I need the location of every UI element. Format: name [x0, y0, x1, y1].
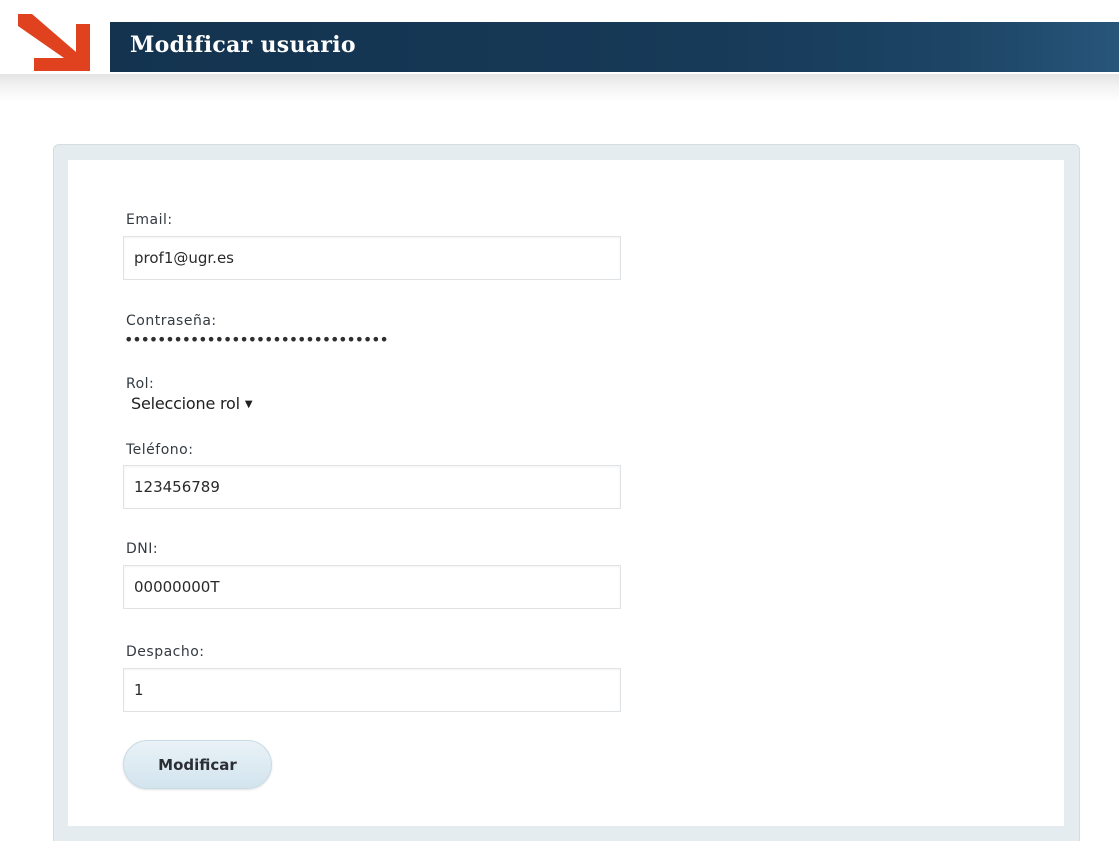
- despacho-label: Despacho:: [126, 644, 205, 660]
- telefono-label: Teléfono:: [126, 442, 194, 458]
- password-field[interactable]: ••••••••••••••••••••••••••••••••: [124, 332, 389, 348]
- email-label: Email:: [126, 212, 173, 228]
- email-field[interactable]: [123, 236, 621, 280]
- dni-label: DNI:: [126, 541, 159, 557]
- dni-field[interactable]: [123, 565, 621, 609]
- dropdown-caret-icon: ▼: [244, 399, 253, 410]
- telefono-field[interactable]: [123, 465, 621, 509]
- despacho-field[interactable]: [123, 668, 621, 712]
- rol-label: Rol:: [126, 376, 155, 392]
- modify-button[interactable]: Modificar: [123, 740, 272, 789]
- page-title: Modificar usuario: [130, 32, 356, 58]
- rol-selected-value: Seleccione rol: [131, 394, 240, 413]
- logo-arrow-icon: [18, 14, 90, 71]
- password-label: Contraseña:: [126, 313, 217, 329]
- page: Modificar usuario Email: Contraseña: •••…: [0, 0, 1119, 841]
- header-bar: Modificar usuario: [110, 22, 1119, 72]
- rol-select[interactable]: Seleccione rol ▼: [131, 394, 253, 413]
- header-shadow: [0, 74, 1119, 102]
